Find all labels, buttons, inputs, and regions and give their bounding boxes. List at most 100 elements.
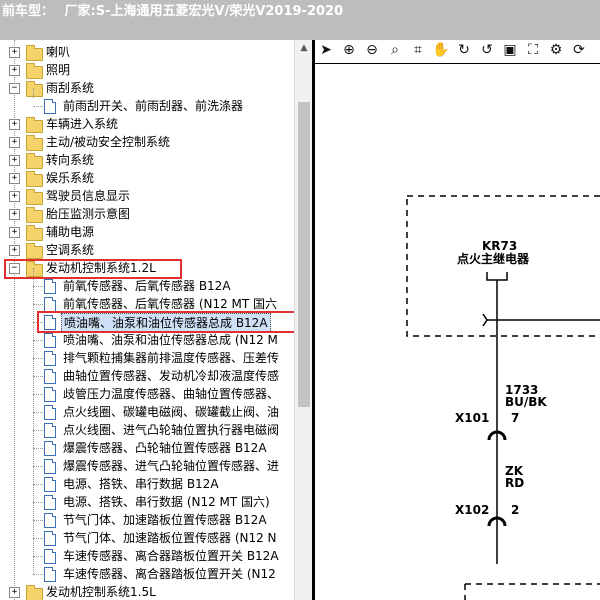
document-label: 爆震传感器、凸轮轴位置传感器 B12A [63, 441, 267, 455]
relay-dashed-box [406, 195, 600, 337]
wire1-color: BU/BK [505, 395, 547, 409]
folder-label: 娱乐系统 [46, 171, 95, 185]
tree-document[interactable]: 电源、搭铁、串行数据 (N12 MT 国六) [0, 493, 294, 511]
tree-document[interactable]: 前氧传感器、后氧传感器 B12A [0, 277, 294, 295]
folder-icon [26, 117, 43, 133]
tree-document[interactable]: 曲轴位置传感器、发动机冷却液温度传感 [0, 367, 294, 385]
folder-label: 空调系统 [46, 243, 95, 257]
tree-document[interactable]: 喷油嘴、油泵和油位传感器总成 (N12 M [0, 331, 294, 349]
expand-plus-icon[interactable]: + [9, 245, 20, 256]
wire2-color2: RD [505, 476, 524, 490]
tree-document[interactable]: 车速传感器、离合器踏板位置开关 B12A [0, 547, 294, 565]
document-label: 点火线圈、进气凸轮轴位置执行器电磁阀 [63, 423, 280, 437]
tree-document[interactable]: 节气门体、加速踏板位置传感器 (N12 N [0, 529, 294, 547]
folder-label: 车辆进入系统 [46, 117, 119, 131]
document-icon [44, 351, 56, 366]
tree-document[interactable]: 歧管压力温度传感器、曲轴位置传感器、 [0, 385, 294, 403]
folder-icon [26, 63, 43, 79]
pointer-icon[interactable]: ➤ [317, 41, 335, 59]
folder-icon [26, 585, 43, 600]
expand-plus-icon[interactable]: + [9, 173, 20, 184]
scroll-up-arrow-icon[interactable]: ▲ [295, 40, 313, 56]
document-label: 电源、搭铁、串行数据 B12A [63, 477, 219, 491]
folder-label: 驾驶员信息显示 [46, 189, 131, 203]
scrollbar-thumb[interactable] [298, 102, 310, 407]
pan-hand-icon[interactable]: ✋ [432, 41, 450, 59]
document-icon [44, 531, 56, 546]
diagram-viewer[interactable]: ➤ ⊕ ⊖ ⌕ ⌗ ✋ ↻ ↺ ▣ ⛶ ⚙ ⟳ KR73 点火主继电器 1733 BU/BK X101… [312, 40, 600, 600]
rotate-ccw-icon[interactable]: ↺ [478, 41, 496, 59]
tree-folder[interactable]: + 辅助电源 [0, 223, 294, 241]
folder-label: 喇叭 [46, 45, 71, 59]
tree-folder[interactable]: + 发动机控制系统1.5L [0, 583, 294, 600]
expand-plus-icon[interactable]: + [9, 137, 20, 148]
fit-page-icon[interactable]: ▣ [501, 41, 519, 59]
folder-icon [26, 45, 43, 61]
tree-document[interactable]: 点火线圈、进气凸轮轴位置执行器电磁阀 [0, 421, 294, 439]
expand-plus-icon[interactable]: + [9, 119, 20, 130]
crop-icon[interactable]: ⌗ [409, 41, 427, 59]
folder-label: 发动机控制系统1.5L [46, 585, 156, 599]
document-icon [44, 513, 56, 528]
document-label: 点火线圈、碳罐电磁阀、碳罐截止阀、油 [63, 405, 280, 419]
expand-plus-icon[interactable]: + [9, 587, 20, 598]
tree-document[interactable]: 电源、搭铁、串行数据 B12A [0, 475, 294, 493]
tree-folder[interactable]: + 主动/被动安全控制系统 [0, 133, 294, 151]
tree-document[interactable]: 爆震传感器、进气凸轮轴位置传感器、进 [0, 457, 294, 475]
collapse-minus-icon[interactable]: − [9, 83, 20, 94]
tree-folder[interactable]: + 照明 [0, 61, 294, 79]
folder-label: 辅助电源 [46, 225, 95, 239]
document-label: 排气颗粒捕集器前排温度传感器、压差传 [63, 351, 280, 365]
ground-symbol [482, 313, 488, 327]
document-icon [44, 405, 56, 420]
settings-icon[interactable]: ⚙ [547, 41, 565, 59]
vehicle-label: 前车型： [2, 4, 55, 19]
folder-label: 照明 [46, 63, 71, 77]
wiring-diagram: KR73 点火主继电器 1733 BU/BK X101 7 ZK RD X102… [406, 195, 600, 600]
tree-document[interactable]: 前雨刮开关、前雨刮器、前洗涤器 [0, 97, 294, 115]
expand-plus-icon[interactable]: + [9, 47, 20, 58]
document-icon [44, 459, 56, 474]
refresh-icon[interactable]: ⟳ [570, 41, 588, 59]
tree-folder[interactable]: + 喇叭 [0, 43, 294, 61]
tree-folder[interactable]: + 转向系统 [0, 151, 294, 169]
tree-document[interactable]: 排气颗粒捕集器前排温度传感器、压差传 [0, 349, 294, 367]
tree-scrollbar[interactable]: ▲ [294, 40, 313, 600]
folder-label: 雨刮系统 [46, 81, 95, 95]
expand-plus-icon[interactable]: + [9, 191, 20, 202]
zoom-out-icon[interactable]: ⊖ [363, 41, 381, 59]
title-bar: 前车型： 厂家:S-上海通用五菱宏光V/荣光V2019-2020 [0, 0, 600, 40]
tree-folder[interactable]: + 驾驶员信息显示 [0, 187, 294, 205]
rotate-cw-icon[interactable]: ↻ [455, 41, 473, 59]
tree-folder[interactable]: + 车辆进入系统 [0, 115, 294, 133]
folder-icon [26, 153, 43, 169]
tree-folder[interactable]: + 娱乐系统 [0, 169, 294, 187]
viewer-toolbar: ➤ ⊕ ⊖ ⌕ ⌗ ✋ ↻ ↺ ▣ ⛶ ⚙ ⟳ [315, 40, 600, 62]
tree-document[interactable]: 车速传感器、离合器踏板位置开关 (N12 [0, 565, 294, 583]
connector2-label: X102 [455, 503, 489, 517]
zoom-window-icon[interactable]: ⌕ [386, 41, 404, 59]
expand-plus-icon[interactable]: + [9, 65, 20, 76]
tree-document[interactable]: 爆震传感器、凸轮轴位置传感器 B12A [0, 439, 294, 457]
document-label: 车速传感器、离合器踏板位置开关 (N12 [63, 567, 276, 581]
tree-folder[interactable]: − 雨刮系统 [0, 79, 294, 97]
document-icon [44, 495, 56, 510]
tree-folder[interactable]: + 胎压监测示意图 [0, 205, 294, 223]
document-label: 喷油嘴、油泵和油位传感器总成 (N12 M [63, 333, 278, 347]
document-label: 爆震传感器、进气凸轮轴位置传感器、进 [63, 459, 280, 473]
relay-terminal [486, 272, 508, 281]
document-icon [44, 333, 56, 348]
tree-folder[interactable]: + 空调系统 [0, 241, 294, 259]
connector1-label: X101 [455, 411, 489, 425]
expand-plus-icon[interactable]: + [9, 155, 20, 166]
tree-document[interactable]: 节气门体、加速踏板位置传感器 B12A [0, 511, 294, 529]
zoom-in-icon[interactable]: ⊕ [340, 41, 358, 59]
folder-icon [26, 189, 43, 205]
tree-document[interactable]: 点火线圈、碳罐电磁阀、碳罐截止阀、油 [0, 403, 294, 421]
fullscreen-icon[interactable]: ⛶ [524, 41, 542, 59]
folder-icon [26, 81, 43, 97]
expand-plus-icon[interactable]: + [9, 209, 20, 220]
vehicle-value: 厂家:S-上海通用五菱宏光V/荣光V2019-2020 [64, 4, 344, 19]
expand-plus-icon[interactable]: + [9, 227, 20, 238]
document-label: 前氧传感器、后氧传感器 B12A [63, 279, 231, 293]
